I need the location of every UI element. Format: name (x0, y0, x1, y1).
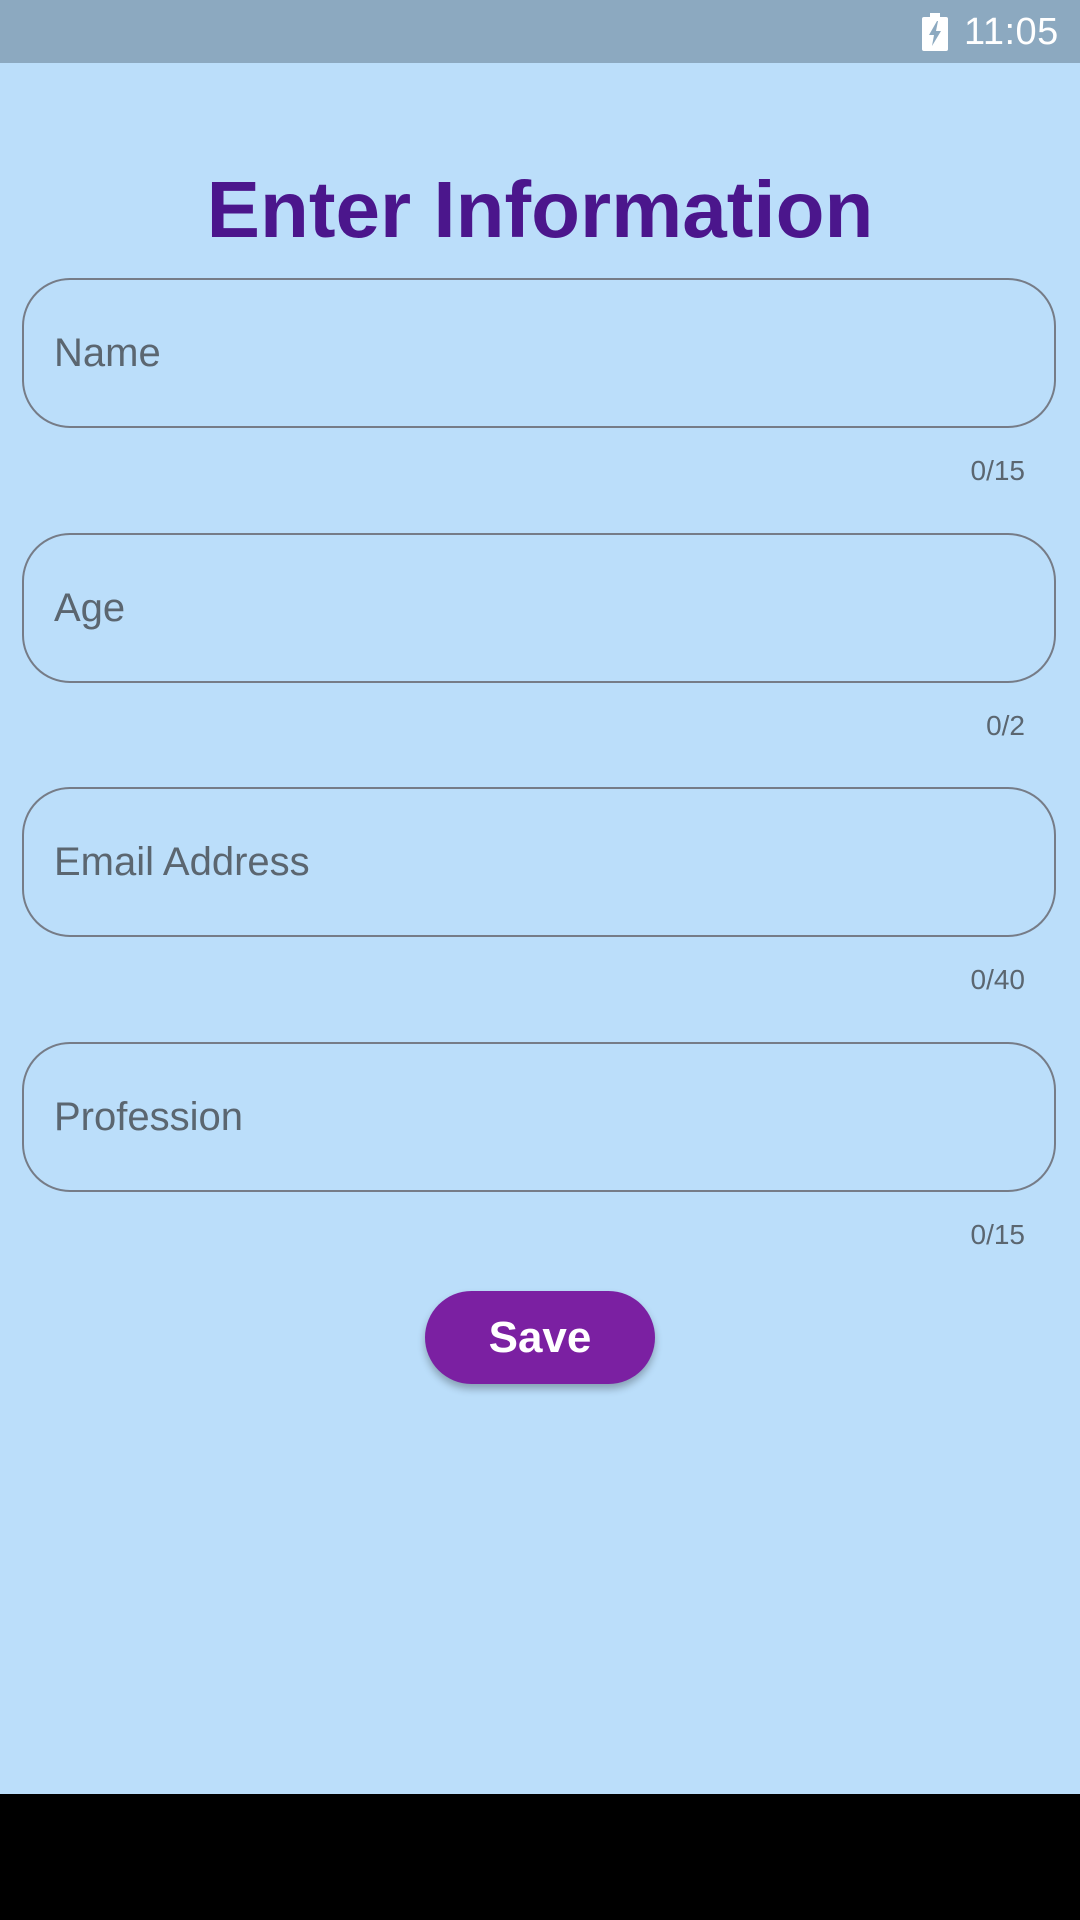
profession-input[interactable] (54, 1044, 1014, 1190)
profession-char-counter: 0/15 (970, 1219, 1026, 1250)
age-input[interactable] (54, 535, 1014, 681)
page-title: Enter Information (206, 165, 874, 254)
navigation-bar (0, 1794, 1080, 1920)
status-clock: 11:05 (964, 11, 1059, 53)
battery-charging-icon (922, 13, 948, 51)
status-bar: 11:05 (0, 0, 1080, 63)
profession-field[interactable] (22, 1042, 1056, 1192)
email-char-counter: 0/40 (970, 964, 1026, 995)
age-field[interactable] (22, 533, 1056, 683)
name-char-counter: 0/15 (970, 455, 1026, 486)
save-button[interactable]: Save (425, 1291, 655, 1384)
name-input[interactable] (54, 280, 1014, 426)
name-field[interactable] (22, 278, 1056, 428)
email-field[interactable] (22, 787, 1056, 937)
email-input[interactable] (54, 789, 1014, 935)
age-char-counter: 0/2 (986, 710, 1025, 741)
